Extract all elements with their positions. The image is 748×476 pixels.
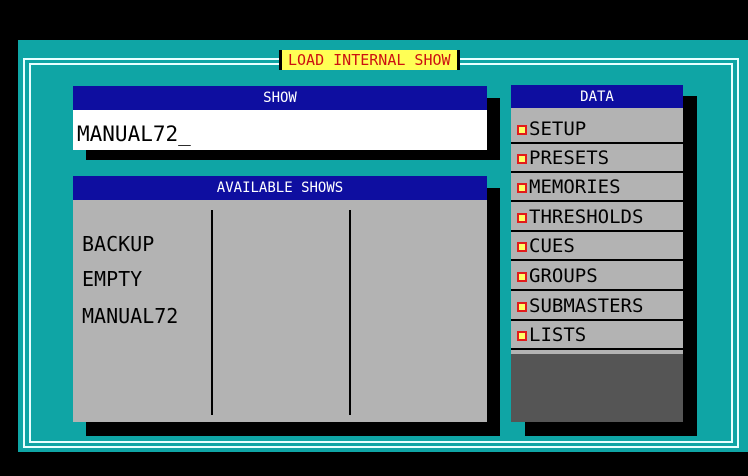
checkbox-icon <box>517 241 527 252</box>
checkbox-icon <box>517 124 527 135</box>
column-divider <box>211 210 213 415</box>
checkbox-icon <box>517 182 527 193</box>
data-item-setup[interactable]: SETUP <box>511 115 683 144</box>
show-name-input[interactable]: MANUAL72_ <box>73 110 487 150</box>
checkbox-icon <box>517 153 527 164</box>
available-shows-list: BACKUP EMPTY MANUAL72 <box>73 200 487 422</box>
checkbox-icon <box>517 301 527 312</box>
column-divider <box>349 210 351 415</box>
data-header: DATA <box>511 85 683 109</box>
available-shows-header: AVAILABLE SHOWS <box>73 176 487 200</box>
data-item-cues[interactable]: CUES <box>511 232 683 261</box>
show-header: SHOW <box>73 86 487 110</box>
checkbox-icon <box>517 330 527 341</box>
data-item-submasters[interactable]: SUBMASTERS <box>511 292 683 321</box>
data-item-memories[interactable]: MEMORIES <box>511 173 683 202</box>
checkbox-icon <box>517 212 527 223</box>
data-item-lists[interactable]: LISTS <box>511 321 683 350</box>
show-item-backup[interactable]: BACKUP <box>82 232 154 256</box>
show-item-manual72[interactable]: MANUAL72 <box>82 304 178 328</box>
data-list-empty-area <box>511 354 683 422</box>
dialog-title: LOAD INTERNAL SHOW <box>279 50 460 70</box>
checkbox-icon <box>517 271 527 282</box>
data-item-groups[interactable]: GROUPS <box>511 262 683 291</box>
data-item-presets[interactable]: PRESETS <box>511 144 683 173</box>
data-item-thresholds[interactable]: THRESHOLDS <box>511 203 683 232</box>
show-item-empty[interactable]: EMPTY <box>82 267 142 291</box>
